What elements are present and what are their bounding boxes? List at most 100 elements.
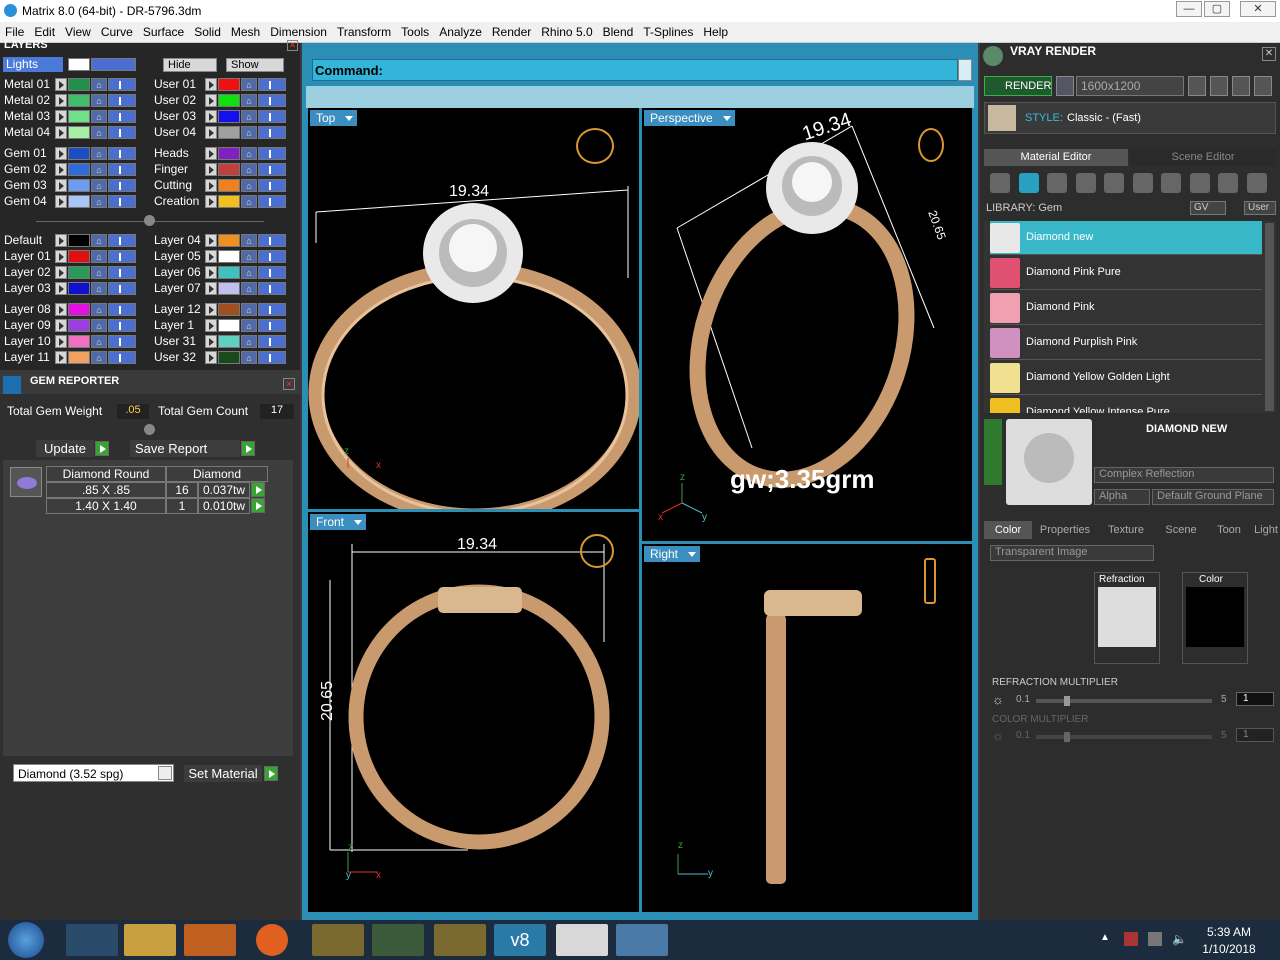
start-button[interactable]	[8, 922, 44, 958]
tray-expand-icon[interactable]: ▲	[1100, 932, 1110, 943]
lights-button[interactable]: Lights	[3, 57, 63, 72]
tray-date[interactable]: 1/10/2018	[1198, 942, 1260, 956]
layer-visibility-toggle[interactable]	[108, 250, 136, 263]
layer-visibility-toggle[interactable]	[258, 78, 286, 91]
save-report-button[interactable]: Save Report	[130, 440, 240, 457]
maximize-button[interactable]: ▢	[1204, 1, 1230, 17]
layer-visibility-toggle[interactable]	[108, 335, 136, 348]
pearl-icon[interactable]	[1047, 173, 1067, 193]
layer-lock-icon[interactable]: ⌂	[91, 179, 107, 192]
layer-visibility-toggle[interactable]	[258, 351, 286, 364]
menu-curve[interactable]: Curve	[96, 22, 138, 39]
layer-lock-icon[interactable]: ⌂	[241, 195, 257, 208]
layer-row[interactable]: User 02 ⌂	[150, 93, 300, 108]
menu-view[interactable]: View	[60, 22, 96, 39]
layer-color-swatch[interactable]	[68, 78, 90, 91]
plain-icon[interactable]	[1075, 173, 1096, 193]
layer-color-swatch[interactable]	[68, 126, 90, 139]
layers-close-icon[interactable]: ✕	[287, 40, 298, 51]
menu-solid[interactable]: Solid	[189, 22, 226, 39]
menu-transform[interactable]: Transform	[332, 22, 396, 39]
layer-row[interactable]: Heads ⌂	[150, 146, 300, 161]
layer-row[interactable]: Metal 03 ⌂	[0, 109, 150, 124]
menu-dimension[interactable]: Dimension	[265, 22, 332, 39]
subtab-color[interactable]: Color	[984, 521, 1032, 539]
ground-plane-select[interactable]: Default Ground Plane	[1152, 489, 1274, 505]
color-multiplier-slider[interactable]	[1036, 732, 1212, 742]
layer-expand-icon[interactable]	[55, 250, 67, 263]
photo-viewer-icon[interactable]	[616, 924, 668, 956]
layer-visibility-toggle[interactable]	[258, 266, 286, 279]
layer-expand-icon[interactable]	[55, 78, 67, 91]
layer-visibility-toggle[interactable]	[258, 94, 286, 107]
layer-visibility-toggle[interactable]	[258, 147, 286, 160]
layer-expand-icon[interactable]	[205, 94, 217, 107]
layer-lock-icon[interactable]: ⌂	[241, 351, 257, 364]
layer-visibility-toggle[interactable]	[258, 234, 286, 247]
menu-analyze[interactable]: Analyze	[434, 22, 487, 39]
tray-network-icon[interactable]	[1148, 932, 1162, 946]
layer-expand-icon[interactable]	[205, 250, 217, 263]
layer-row[interactable]: User 32 ⌂	[150, 350, 300, 365]
set-material-arrow-icon[interactable]	[264, 766, 278, 781]
layer-lock-icon[interactable]: ⌂	[241, 179, 257, 192]
subtab-properties[interactable]: Properties	[1034, 521, 1096, 539]
layer-lock-icon[interactable]: ⌂	[91, 319, 107, 332]
layer-row[interactable]: User 31 ⌂	[150, 334, 300, 349]
layer-expand-icon[interactable]	[205, 266, 217, 279]
save-report-arrow-icon[interactable]	[241, 441, 255, 456]
notepad-icon[interactable]	[556, 924, 608, 956]
layer-visibility-toggle[interactable]	[258, 250, 286, 263]
menu-rhino-5-0[interactable]: Rhino 5.0	[536, 22, 597, 39]
layer-row[interactable]: Gem 02 ⌂	[0, 162, 150, 177]
layer-expand-icon[interactable]	[205, 126, 217, 139]
layer-expand-icon[interactable]	[205, 78, 217, 91]
top-viewport[interactable]: Top 19.34 z x	[308, 108, 639, 509]
gem-row-arrow-icon[interactable]	[251, 482, 265, 497]
layer-color-swatch[interactable]	[218, 163, 240, 176]
perspective-viewport[interactable]: Perspective 19.34 20.65 gw;3.35grm z x y	[642, 108, 972, 541]
layer-row[interactable]: Metal 04 ⌂	[0, 125, 150, 140]
menu-t-splines[interactable]: T-Splines	[638, 22, 698, 39]
layer-color-swatch[interactable]	[68, 351, 90, 364]
layer-expand-icon[interactable]	[55, 179, 67, 192]
material-list-item[interactable]: Diamond Yellow Golden Light	[990, 361, 1262, 395]
texture-icon[interactable]	[1132, 173, 1153, 193]
metal-icon[interactable]	[990, 173, 1010, 193]
layer-row[interactable]: Gem 04 ⌂	[0, 194, 150, 209]
layer-visibility-toggle[interactable]	[108, 266, 136, 279]
gem-row-arrow-icon[interactable]	[251, 498, 265, 513]
layer-lock-icon[interactable]: ⌂	[241, 282, 257, 295]
layer-color-swatch[interactable]	[68, 195, 90, 208]
menu-surface[interactable]: Surface	[138, 22, 189, 39]
layer-expand-icon[interactable]	[205, 179, 217, 192]
layer-visibility-toggle[interactable]	[258, 163, 286, 176]
layer-expand-icon[interactable]	[205, 319, 217, 332]
layer-expand-icon[interactable]	[55, 126, 67, 139]
material-select-dropdown-icon[interactable]	[158, 766, 172, 780]
layer-expand-icon[interactable]	[55, 147, 67, 160]
color-multiplier-input[interactable]: 1	[1236, 728, 1274, 742]
layer-visibility-toggle[interactable]	[258, 110, 286, 123]
layer-visibility-toggle[interactable]	[108, 234, 136, 247]
layer-expand-icon[interactable]	[55, 195, 67, 208]
layer-color-swatch[interactable]	[218, 351, 240, 364]
render-button[interactable]: RENDER	[984, 76, 1052, 96]
layer-visibility-toggle[interactable]	[108, 78, 136, 91]
liquid-icon[interactable]	[1218, 173, 1238, 193]
material-select[interactable]: Diamond (3.52 spg)	[13, 764, 174, 782]
color-slot[interactable]: Color	[1182, 572, 1248, 664]
right-viewport-label[interactable]: Right	[644, 546, 701, 562]
layer-expand-icon[interactable]	[55, 266, 67, 279]
minimize-button[interactable]: —	[1176, 1, 1202, 17]
tray-volume-icon[interactable]: 🔈	[1172, 932, 1187, 946]
show-button[interactable]: Show	[226, 58, 284, 72]
layer-color-swatch[interactable]	[68, 266, 90, 279]
layer-lock-icon[interactable]: ⌂	[91, 78, 107, 91]
layer-expand-icon[interactable]	[55, 335, 67, 348]
layer-row[interactable]: Gem 01 ⌂	[0, 146, 150, 161]
layer-row[interactable]: Layer 04 ⌂	[150, 233, 300, 248]
layer-color-swatch[interactable]	[218, 234, 240, 247]
menu-render[interactable]: Render	[487, 22, 536, 39]
layer-color-swatch[interactable]	[218, 78, 240, 91]
